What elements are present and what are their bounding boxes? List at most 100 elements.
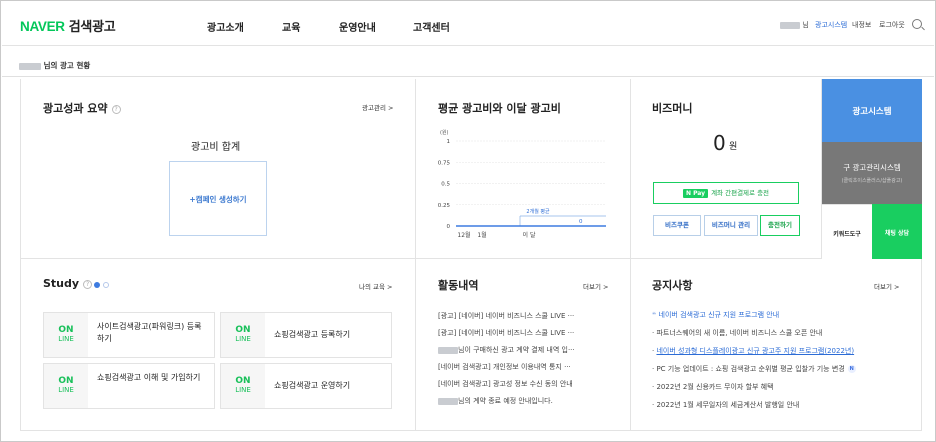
online-badge: ON LINE (221, 313, 265, 357)
summary-title-text: 광고성과 요약 (43, 102, 108, 115)
nav-ad-intro[interactable]: 광고소개 (207, 19, 244, 34)
carousel-dot[interactable] (103, 282, 109, 288)
user-name: 님 (780, 20, 809, 30)
notice-item[interactable]: · 파트너스퀘어의 새 이름, 네이버 비즈니스 스쿨 오픈 안내 (652, 328, 912, 338)
ad-manage-link[interactable]: 광고관리 > (362, 102, 393, 112)
notice-item[interactable]: ❝ 네이버 검색광고 신규 지원 프로그램 안내 (652, 310, 912, 320)
activity-more-link[interactable]: 더보기 > (583, 281, 608, 291)
chart-unit-label: (원) (440, 129, 449, 136)
summary-title: 광고성과 요약? (43, 100, 121, 116)
activity-item-text: 님이 구매하신 광고 계약 결제 내역 입··· (458, 346, 575, 354)
biz-coupon-button[interactable]: 비즈쿠폰 (653, 215, 701, 236)
new-badge-icon: N (847, 365, 856, 373)
study-card[interactable]: ON LINE 쇼핑검색광고 이해 및 가입하기 (43, 363, 215, 409)
y-tick-label: 0.25 (438, 203, 451, 209)
charge-button[interactable]: 충전하기 (760, 215, 800, 236)
y-tick-label: 0 (447, 224, 451, 230)
notice-item[interactable]: · 2022년 1월 세무일자의 세금계산서 발행일 안내 (652, 400, 912, 410)
average-label: 2개월 평균 (526, 208, 550, 215)
online-badge: ON LINE (221, 364, 265, 408)
help-icon[interactable]: ? (111, 104, 121, 114)
status-title-text: 님의 광고 현황 (43, 61, 91, 70)
x-tick-label: 1월 (477, 231, 486, 239)
ad-system-tile[interactable]: 광고시스템 (822, 79, 922, 142)
chat-consult-tile[interactable]: 채팅 상담 (872, 204, 922, 259)
carousel-dot-active[interactable] (94, 282, 100, 288)
help-icon[interactable]: ? (83, 279, 93, 289)
notice-item-text: 네이버 검색광고 신규 지원 프로그램 안내 (658, 311, 780, 319)
create-campaign-button[interactable]: +캠페인 생성하기 (169, 161, 267, 236)
ad-system-tile-label: 광고시스템 (852, 107, 892, 117)
study-card-label: 쇼핑검색광고 운영하기 (274, 381, 351, 390)
online-badge-line: LINE (235, 386, 251, 394)
notice-item[interactable]: · 네이버 성과형 디스플레이광고 신규 광고주 지원 프로그램(2022년) (652, 346, 912, 356)
notice-item[interactable]: · 2022년 2월 신용카드 무이자 할부 혜택 (652, 382, 912, 392)
redacted-username (780, 21, 800, 29)
activity-item[interactable]: [광고] [네이버] 네이버 비즈니스 스쿨 LIVE ··· (438, 311, 621, 321)
study-card[interactable]: ON LINE 사이트검색광고(파워링크) 등록하기 (43, 312, 215, 358)
online-badge-line: LINE (235, 335, 251, 343)
notice-item[interactable]: · PC 기능 업데이트 : 쇼핑 검색광고 순위별 평균 입찰가 기능 변경 N (652, 364, 912, 374)
y-tick-label: 0.75 (438, 160, 451, 166)
redacted-username (19, 62, 41, 70)
ad-system-link[interactable]: 광고시스템 (815, 20, 847, 30)
nav-education[interactable]: 교육 (282, 19, 300, 34)
online-badge: ON LINE (44, 364, 88, 408)
bizmoney-title: 비즈머니 (652, 102, 693, 115)
online-badge-line: LINE (58, 335, 74, 343)
redacted-username (438, 397, 458, 405)
activity-item[interactable]: [광고] [네이버] 네이버 비즈니스 스쿨 LIVE ··· (438, 328, 621, 338)
create-campaign-label: +캠페인 생성하기 (189, 195, 247, 204)
logo-brand: NAVER (20, 19, 65, 34)
nav-customer-center[interactable]: 고객센터 (413, 19, 450, 34)
top-header: NAVER 검색광고 광고소개 교육 운영안내 고객센터 님 광고시스템 내정보 … (2, 2, 934, 46)
keyword-tool-tile[interactable]: 키워드도구 (822, 204, 872, 259)
online-badge-on: ON (235, 376, 251, 386)
average-value-label: 0 (579, 219, 583, 225)
old-ad-system-sublabel: (클릭초이스플러스/샵플광고) (841, 178, 903, 184)
x-tick-label: 이 달 (523, 231, 536, 239)
bizmoney-amount: 0 (713, 131, 726, 155)
study-card[interactable]: ON LINE 쇼핑검색광고 등록하기 (220, 312, 392, 358)
activity-item[interactable]: 님이 구매하신 광고 계약 결제 내역 입··· (438, 345, 621, 355)
study-card[interactable]: ON LINE 쇼핑검색광고 운영하기 (220, 363, 392, 409)
total-cost-label: 광고비 합계 (191, 142, 241, 153)
bizmoney-manage-button[interactable]: 비즈머니 관리 (704, 215, 758, 236)
activity-item[interactable]: 님의 계약 종료 예정 안내입니다. (438, 396, 621, 406)
search-icon[interactable] (912, 19, 922, 29)
bizmoney-unit: 원 (729, 142, 738, 152)
npay-charge-button[interactable]: N Pay 계좌 간편결제로 충전 (653, 182, 799, 204)
old-ad-system-label: 구 광고관리시스템 (843, 163, 901, 172)
y-tick-label: 0.5 (441, 182, 450, 188)
study-card-label: 쇼핑검색광고 등록하기 (274, 330, 351, 339)
nav-operation-guide[interactable]: 운영안내 (339, 19, 376, 34)
page-frame: NAVER 검색광고 광고소개 교육 운영안내 고객센터 님 광고시스템 내정보 … (0, 0, 936, 442)
study-card-label: 사이트검색광고(파워링크) 등록하기 (97, 322, 202, 343)
y-tick-label: 1 (447, 139, 451, 145)
notice-item-text: 2022년 1월 세무일자의 세금계산서 발행일 안내 (656, 401, 800, 409)
logout-link[interactable]: 로그아웃 (879, 20, 905, 30)
online-badge-line: LINE (58, 386, 74, 394)
divider (2, 76, 934, 77)
my-education-link[interactable]: 나의 교육 > (359, 281, 393, 291)
keyword-tool-label: 키워드도구 (833, 231, 861, 238)
online-badge-on: ON (235, 325, 251, 335)
chart-title: 평균 광고비와 이달 광고비 (438, 102, 561, 115)
activity-item-text: 님의 계약 종료 예정 안내입니다. (458, 397, 553, 405)
online-badge-on: ON (58, 376, 74, 386)
old-ad-system-tile[interactable]: 구 광고관리시스템 (클릭초이스플러스/샵플광고) (822, 142, 922, 204)
notice-item-text: 네이버 성과형 디스플레이광고 신규 광고주 지원 프로그램(2022년) (656, 347, 855, 355)
study-title: Study? (43, 277, 93, 290)
logo-product: 검색광고 (68, 20, 116, 35)
redacted-username (438, 346, 458, 354)
notice-more-link[interactable]: 더보기 > (874, 281, 899, 291)
activity-item[interactable]: [네이버 검색광고] 광고성 정보 수신 동의 안내 (438, 379, 621, 389)
my-info-link[interactable]: 내정보 (852, 20, 871, 30)
naver-searchad-logo[interactable]: NAVER 검색광고 (20, 16, 116, 35)
activity-item[interactable]: [네이버 검색광고] 개인정보 이용내역 통지 ··· (438, 362, 621, 372)
npay-badge: N Pay (682, 188, 709, 198)
npay-text: 계좌 간편결제로 충전 (711, 189, 770, 197)
online-badge: ON LINE (44, 313, 88, 357)
status-title: 님의 광고 현황 (19, 60, 90, 71)
activity-title: 활동내역 (438, 279, 479, 292)
